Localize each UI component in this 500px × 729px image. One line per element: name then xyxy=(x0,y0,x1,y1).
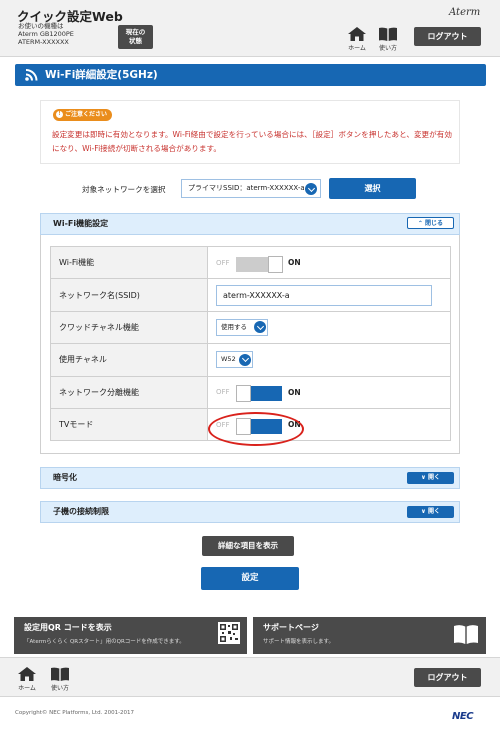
wifi-settings-section-title: Wi-Fi機能設定 xyxy=(53,219,109,228)
tv-mode-highlight-annotation xyxy=(208,412,304,446)
support-panel-desc: サポート情報を表示します。 xyxy=(263,639,334,645)
table-row: ネットワーク名(SSID) aterm-XXXXXX-a xyxy=(50,278,451,312)
model-line-2: Aterm GB1200PE xyxy=(18,30,74,38)
collapse-button-label: 閉じる xyxy=(425,220,444,227)
channel-value: W52 xyxy=(221,355,236,364)
network-isolation-cell: OFF ON xyxy=(207,375,451,409)
support-panel-title: サポートページ xyxy=(263,623,319,632)
encryption-section-title: 暗号化 xyxy=(53,473,77,482)
footer-help-label: 使い方 xyxy=(50,685,69,692)
help-label: 使い方 xyxy=(378,45,397,52)
chevron-down-icon xyxy=(239,353,251,366)
client-limit-section-title: 子機の接続制限 xyxy=(53,507,109,516)
wifi-function-toggle[interactable]: OFF xyxy=(216,255,284,273)
status-button-line-2: 状態 xyxy=(129,37,142,45)
target-network-label: 対象ネットワークを選択 xyxy=(82,185,166,194)
copyright-text: Copyright© NEC Platforms, Ltd. 2001-2017 xyxy=(15,710,135,716)
quad-channel-label: クワッドチャネル機能 xyxy=(50,310,208,345)
home-label: ホーム xyxy=(348,45,366,52)
footer-help-nav[interactable]: 使い方 xyxy=(49,667,71,692)
ssid-cell: aterm-XXXXXX-a xyxy=(207,278,451,312)
quad-channel-value: 使用する xyxy=(221,322,247,331)
footer-home-nav[interactable]: ホーム xyxy=(16,667,38,692)
client-limit-section-header[interactable]: 子機の接続制限 ∨ 開く xyxy=(40,501,460,523)
expand-button[interactable]: ∨ 開く xyxy=(407,472,454,484)
tv-mode-label: TVモード xyxy=(50,407,208,442)
chevron-down-icon xyxy=(305,183,317,195)
page-title: Wi-Fi詳細設定(5GHz) xyxy=(45,69,158,81)
info-icon: ! xyxy=(56,111,63,118)
book-icon xyxy=(51,667,69,681)
table-row: クワッドチャネル機能 使用する xyxy=(50,310,451,345)
wifi-icon xyxy=(25,69,38,81)
apply-button[interactable]: 設定 xyxy=(201,567,299,590)
wifi-function-cell: OFF ON xyxy=(207,245,451,280)
qr-code-icon xyxy=(218,622,240,644)
footer-logout-button[interactable]: ログアウト xyxy=(414,668,481,687)
network-isolation-toggle[interactable]: OFF xyxy=(216,384,284,403)
footer-bar: ホーム 使い方 ログアウト xyxy=(0,657,500,697)
select-network-button[interactable]: 選択 xyxy=(329,178,416,199)
notice-badge: ! ご注意ください xyxy=(53,109,113,121)
wifi-settings-section-header[interactable]: Wi-Fi機能設定 ⌃ 閉じる xyxy=(40,213,460,235)
book-icon xyxy=(454,625,478,644)
table-row: 使用チャネル W52 xyxy=(50,343,451,377)
chevron-down-icon: ∨ xyxy=(421,474,426,481)
notice-badge-label: ご注意ください xyxy=(65,111,108,118)
toggle-off-label: OFF xyxy=(216,258,230,267)
ssid-select[interactable]: プライマリSSID：aterm-XXXXXX-a xyxy=(181,179,321,198)
network-isolation-label: ネットワーク分離機能 xyxy=(50,375,208,409)
home-icon xyxy=(18,667,36,681)
header: クイック設定Web お使いの機種は Aterm GB1200PE ATERM-X… xyxy=(0,0,500,57)
home-nav[interactable]: ホーム xyxy=(346,27,368,52)
help-nav[interactable]: 使い方 xyxy=(377,27,399,52)
footer-home-label: ホーム xyxy=(18,685,36,692)
chevron-up-icon: ⌃ xyxy=(417,220,423,227)
notice-box: ! ご注意ください 設定変更は即時に有効となります。Wi-Fi経由で設定を行ってい… xyxy=(40,100,460,164)
status-button-line-1: 現在の xyxy=(125,28,146,36)
table-row: ネットワーク分離機能 OFF ON xyxy=(50,375,451,409)
expand-button-label: 開く xyxy=(427,508,440,515)
chevron-down-icon xyxy=(254,321,266,334)
ssid-input[interactable]: aterm-XXXXXX-a xyxy=(216,284,432,306)
ssid-select-value: プライマリSSID：aterm-XXXXXX-a xyxy=(188,184,305,192)
encryption-section-header[interactable]: 暗号化 ∨ 開く xyxy=(40,467,460,489)
model-info: お使いの機種は Aterm GB1200PE ATERM-XXXXXX xyxy=(18,22,74,46)
toggle-on-label: ON xyxy=(288,387,301,397)
channel-cell: W52 xyxy=(207,343,451,377)
expand-button-label: 開く xyxy=(427,474,440,481)
model-line-1: お使いの機種は xyxy=(18,22,64,30)
toggle-off-label: OFF xyxy=(216,388,230,397)
show-details-button[interactable]: 詳細な項目を表示 xyxy=(202,536,294,556)
aterm-logo: Aterm xyxy=(449,7,481,18)
model-line-3: ATERM-XXXXXX xyxy=(18,38,69,46)
quad-channel-cell: 使用する xyxy=(207,310,451,345)
channel-label: 使用チャネル xyxy=(50,343,208,377)
qr-panel-title: 設定用QR コードを表示 xyxy=(24,623,112,632)
toggle-on-label: ON xyxy=(288,258,301,268)
chevron-down-icon: ∨ xyxy=(421,508,426,515)
nec-logo: NEC xyxy=(452,711,474,722)
channel-select[interactable]: W52 xyxy=(216,351,253,369)
support-panel[interactable]: サポートページ サポート情報を表示します。 xyxy=(253,617,486,654)
page-title-bar: Wi-Fi詳細設定(5GHz) xyxy=(15,64,486,86)
collapse-button[interactable]: ⌃ 閉じる xyxy=(407,217,454,229)
ssid-label: ネットワーク名(SSID) xyxy=(50,278,208,312)
logout-button[interactable]: ログアウト xyxy=(414,27,481,46)
book-icon xyxy=(379,27,397,41)
expand-button[interactable]: ∨ 開く xyxy=(407,506,454,518)
wifi-function-label: Wi-Fi機能 xyxy=(50,245,208,280)
table-row: Wi-Fi機能 OFF ON xyxy=(50,245,451,280)
qr-code-panel[interactable]: 設定用QR コードを表示 「Atermらくらく QRスタート」用のQRコードを作… xyxy=(14,617,247,654)
current-status-button[interactable]: 現在の 状態 xyxy=(118,25,153,49)
home-icon xyxy=(348,27,366,41)
quad-channel-select[interactable]: 使用する xyxy=(216,318,268,336)
qr-panel-desc: 「Atermらくらく QRスタート」用のQRコードを作成できます。 xyxy=(24,639,185,645)
notice-text: 設定変更は即時に有効となります。Wi-Fi経由で設定を行っている場合には、［設定… xyxy=(52,130,452,153)
